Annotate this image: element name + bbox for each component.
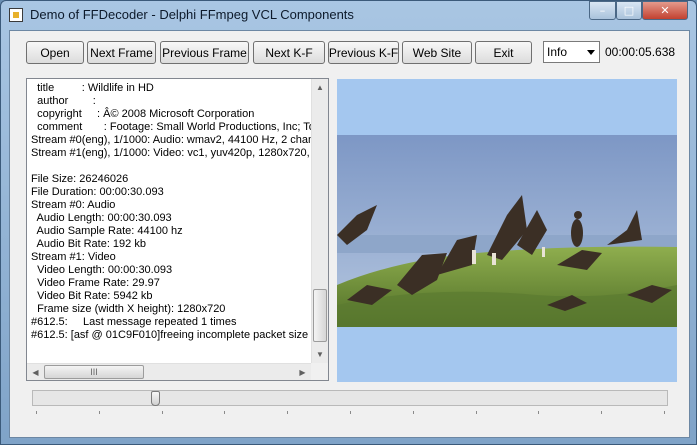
- seek-tick: [224, 411, 225, 414]
- video-display: [337, 79, 677, 382]
- log-line: Stream #0: Audio: [31, 199, 116, 211]
- seek-tick: [601, 411, 602, 414]
- web-site-button[interactable]: Web Site: [402, 41, 472, 64]
- close-button[interactable]: ✕: [642, 1, 688, 20]
- time-display: 00:00:05.638: [605, 45, 676, 59]
- log-line: Video Frame Rate: 29.97: [31, 277, 160, 289]
- scrollbar-corner: [311, 363, 328, 380]
- log-line: author :: [31, 95, 96, 107]
- seek-tick: [664, 411, 665, 414]
- previous-keyframe-button[interactable]: Previous K-F: [328, 41, 399, 64]
- exit-button[interactable]: Exit: [475, 41, 532, 64]
- next-frame-button[interactable]: Next Frame: [87, 41, 156, 64]
- log-line: Audio Bit Rate: 192 kb: [31, 238, 146, 250]
- scroll-left-icon[interactable]: ◀: [27, 364, 44, 380]
- next-keyframe-button[interactable]: Next K-F: [253, 41, 325, 64]
- seek-tick: [162, 411, 163, 414]
- vertical-scroll-thumb[interactable]: [313, 289, 327, 342]
- app-icon[interactable]: [9, 8, 23, 22]
- app-window: Demo of FFDecoder - Delphi FFmpeg VCL Co…: [0, 0, 697, 445]
- log-lines: title : Wildlife in HD author : copyrigh…: [31, 82, 311, 342]
- seek-tick: [350, 411, 351, 414]
- seek-tick: [99, 411, 100, 414]
- info-select-value: Info: [547, 45, 568, 59]
- video-frame: [337, 135, 677, 327]
- log-line: Stream #1(eng), 1/1000: Video: vc1, yuv4…: [31, 147, 310, 159]
- info-log[interactable]: title : Wildlife in HD author : copyrigh…: [26, 78, 329, 381]
- previous-frame-button[interactable]: Previous Frame: [160, 41, 249, 64]
- seek-tick: [476, 411, 477, 414]
- seek-ticks: [32, 411, 668, 415]
- log-line: Stream #0(eng), 1/1000: Audio: wmav2, 44…: [31, 134, 311, 146]
- client-area: Open Next Frame Previous Frame Next K-F …: [9, 30, 690, 438]
- log-line: #612.5: Last message repeated 1 times: [31, 316, 237, 328]
- log-line: Video Length: 00:00:30.093: [31, 264, 173, 276]
- scroll-down-icon[interactable]: ▼: [312, 346, 328, 363]
- seek-tick: [287, 411, 288, 414]
- scroll-right-icon[interactable]: ▶: [294, 364, 311, 380]
- seek-track[interactable]: [32, 390, 668, 406]
- log-line: Audio Length: 00:00:30.093: [31, 212, 172, 224]
- log-line: Video Bit Rate: 5942 kb: [31, 290, 153, 302]
- log-line: Audio Sample Rate: 44100 hz: [31, 225, 183, 237]
- log-line: File Duration: 00:00:30.093: [31, 186, 164, 198]
- info-select[interactable]: Info: [543, 41, 600, 63]
- log-line: comment : Footage: Small World Productio…: [37, 121, 311, 133]
- seek-tick: [36, 411, 37, 414]
- seek-slider-thumb[interactable]: [151, 391, 160, 406]
- scroll-up-icon[interactable]: ▲: [312, 79, 328, 96]
- log-line: Stream #1: Video: [31, 251, 116, 263]
- seek-tick: [413, 411, 414, 414]
- log-line: Frame size (width X height): 1280x720: [31, 303, 226, 315]
- log-line: title : Wildlife in HD: [31, 82, 154, 94]
- horizontal-scrollbar[interactable]: ◀ III ▶: [27, 363, 311, 380]
- window-title: Demo of FFDecoder - Delphi FFmpeg VCL Co…: [30, 7, 354, 22]
- maximize-button[interactable]: □: [616, 1, 642, 20]
- open-button[interactable]: Open: [26, 41, 84, 64]
- title-bar[interactable]: Demo of FFDecoder - Delphi FFmpeg VCL Co…: [1, 1, 696, 29]
- log-line: File Size: 26246026: [31, 173, 129, 185]
- chevron-down-icon[interactable]: [587, 50, 595, 55]
- log-line: copyright : Â© 2008 Microsoft Corporatio…: [31, 108, 255, 120]
- seek-tick: [538, 411, 539, 414]
- minimize-button[interactable]: –: [589, 1, 616, 20]
- horizontal-scroll-thumb[interactable]: III: [44, 365, 144, 379]
- log-line: #612.5: [asf @ 01C9F010]freeing incomple…: [31, 329, 311, 341]
- vertical-scrollbar[interactable]: ▲ ▼: [311, 79, 328, 363]
